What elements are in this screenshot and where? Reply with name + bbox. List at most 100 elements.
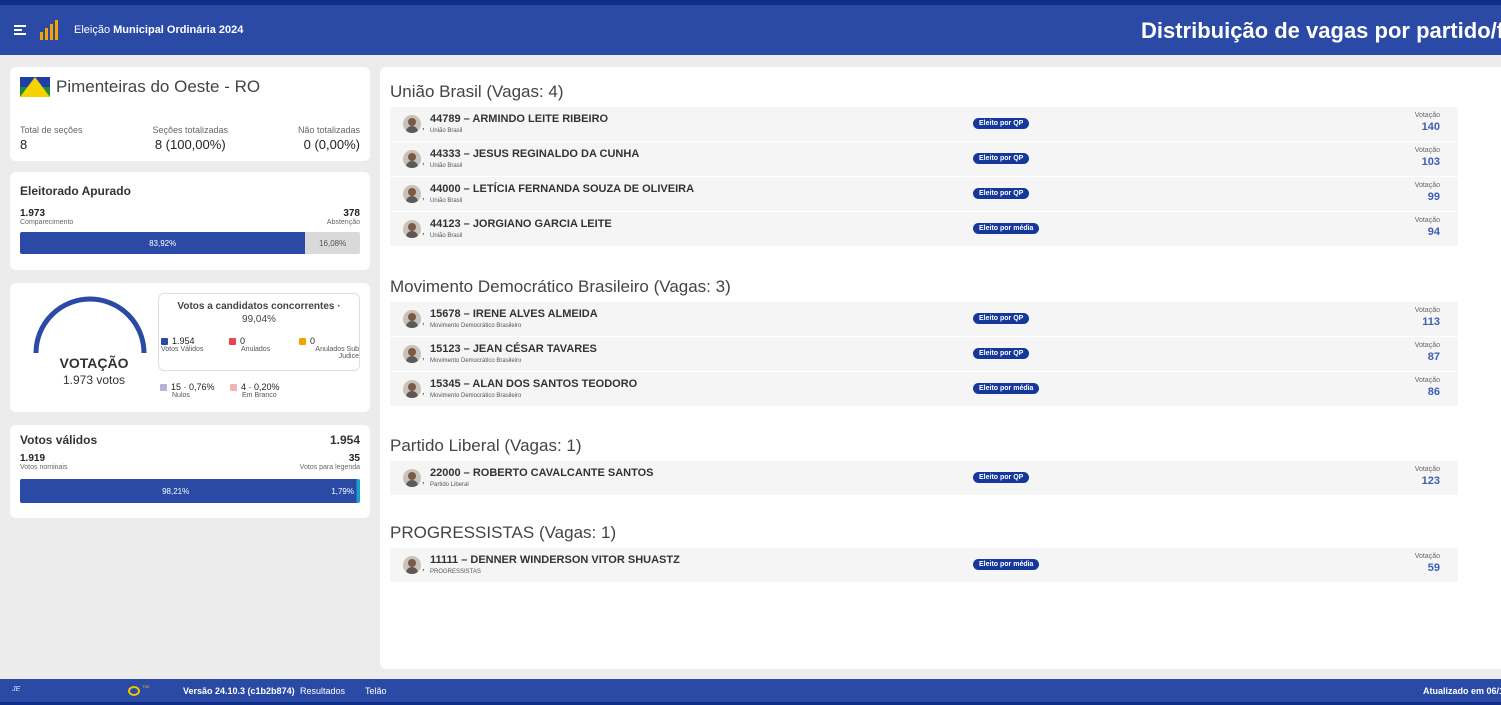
blank-value: 4 · 0,20% xyxy=(241,382,280,392)
votes-value: 59 xyxy=(1427,562,1440,574)
election-status-badge: Eleito por QP xyxy=(973,118,1030,129)
state-flag-icon xyxy=(20,77,50,97)
updated-text: Atualizado em 06/1 xyxy=(1423,686,1501,696)
untotalized-sections: Não totalizadas 0 (0,00%) xyxy=(298,125,360,152)
voting-total: 1.973 votos xyxy=(62,373,126,387)
candidate-party: União Brasil xyxy=(430,233,463,239)
total-sections: Total de seções 8 xyxy=(20,125,83,152)
municipality-card: Pimenteiras do Oeste - RO Total de seçõe… xyxy=(10,67,370,161)
election-status-badge: Eleito por média xyxy=(973,559,1040,570)
candidate-name: 44333 – JESUS REGINALDO DA CUNHA xyxy=(430,148,640,160)
abstention-value: 378 xyxy=(343,208,360,219)
separator: , xyxy=(422,226,425,236)
votes-value: 140 xyxy=(1421,121,1440,133)
voting-gauge xyxy=(33,296,147,354)
annulled-value: 0 xyxy=(240,336,246,346)
electorate-title: Eleitorado Apurado xyxy=(20,184,131,198)
justica-eleitoral-logo: JE xyxy=(12,686,21,693)
candidate-photo xyxy=(403,185,421,203)
votes-label: Votação xyxy=(1414,147,1440,154)
nominal-bar-fill: 98,21% xyxy=(20,479,332,503)
app-title-prefix: Eleição xyxy=(74,24,111,36)
votes-value: 86 xyxy=(1427,386,1440,398)
party-section: Partido Liberal (Vagas: 1), 22000 – ROBER… xyxy=(390,431,1458,496)
menu-icon[interactable] xyxy=(14,25,26,35)
candidate-photo xyxy=(403,310,421,328)
candidate-party: União Brasil xyxy=(430,128,463,134)
legend-annulled-sub: 0 Anulados Sub Judice xyxy=(299,336,359,360)
votes-label: Votação xyxy=(1414,342,1440,349)
abstention-label: Abstenção xyxy=(326,219,360,226)
party-section: Movimento Democrático Brasileiro (Vagas:… xyxy=(390,272,1458,407)
results-link[interactable]: Resultados xyxy=(300,686,345,696)
candidate-name: 44789 – ARMINDO LEITE RIBEIRO xyxy=(430,113,609,125)
annulled-swatch xyxy=(229,338,236,346)
election-status-badge: Eleito por QP xyxy=(973,313,1030,324)
candidate-row[interactable]: , 22000 – ROBERTO CAVALCANTE SANTOS Partid… xyxy=(390,461,1458,496)
candidate-row[interactable]: , 15678 – IRENE ALVES ALMEIDA Movimento De… xyxy=(390,302,1458,337)
blank-label: Em Branco xyxy=(242,392,277,399)
election-status-badge: Eleito por média xyxy=(973,383,1040,394)
candidate-name: 15345 – ALAN DOS SANTOS TEODORO xyxy=(430,378,638,390)
total-sections-value: 8 xyxy=(20,137,28,152)
election-status-badge: Eleito por QP xyxy=(973,188,1030,199)
total-sections-label: Total de seções xyxy=(20,125,83,135)
null-swatch xyxy=(160,384,167,392)
candidate-row[interactable]: , 44000 – LETÍCIA FERNANDA SOUZA DE OLIVE… xyxy=(390,177,1458,212)
valid-votes-total: 1.954 xyxy=(329,433,360,447)
votes-label: Votação xyxy=(1414,307,1440,314)
app-title-bold: Municipal Ordinária 2024 xyxy=(113,24,244,36)
election-status-badge: Eleito por média xyxy=(973,223,1040,234)
candidate-row[interactable]: , 11111 – DENNER WINDERSON VITOR SHUASTZ P… xyxy=(390,548,1458,583)
candidate-party: Partido Liberal xyxy=(430,482,469,488)
bar-chart-logo-icon xyxy=(40,20,62,40)
party-distribution-panel: União Brasil (Vagas: 4), 44789 – ARMINDO … xyxy=(380,67,1501,669)
candidate-name: 15123 – JEAN CÉSAR TAVARES xyxy=(430,343,597,355)
annulled-sub-value: 0 xyxy=(310,336,316,346)
valid-votes-title: Votos válidos xyxy=(20,433,98,447)
legend-votes-label: Votos para legenda xyxy=(299,464,360,471)
votes-label: Votação xyxy=(1414,182,1440,189)
attendance-bar-fill: 83,92% xyxy=(20,232,306,254)
abstention-bar-fill: 16,08% xyxy=(305,232,360,254)
votes-value: 87 xyxy=(1427,351,1440,363)
candidate-party: União Brasil xyxy=(430,198,463,204)
party-title: PROGRESSISTAS (Vagas: 1) xyxy=(390,523,617,542)
candidate-photo xyxy=(403,556,421,574)
annulled-sub-label: Anulados Sub Judice xyxy=(315,346,359,360)
top-bar: Eleição Municipal Ordinária 2024 Distrib… xyxy=(0,0,1501,55)
sections-summary: Total de seções 8 Seções totalizadas 8 (… xyxy=(10,125,370,152)
candidate-row[interactable]: , 44333 – JESUS REGINALDO DA CUNHA União B… xyxy=(390,142,1458,177)
valid-value: 1.954 xyxy=(172,336,195,346)
attendance-value: 1.973 xyxy=(20,208,46,219)
candidate-party: Movimento Democrático Brasileiro xyxy=(430,358,522,364)
legend-blank: 4 · 0,20% Em Branco xyxy=(230,382,280,399)
separator: , xyxy=(422,191,425,201)
party-title: Movimento Democrático Brasileiro (Vagas:… xyxy=(390,277,731,296)
telao-link[interactable]: Telão xyxy=(365,686,387,696)
candidate-name: 11111 – DENNER WINDERSON VITOR SHUASTZ xyxy=(430,554,680,566)
untotalized-sections-label: Não totalizadas xyxy=(297,125,360,135)
candidate-photo xyxy=(403,220,421,238)
election-status-badge: Eleito por QP xyxy=(973,153,1030,164)
candidate-row[interactable]: , 44123 – JORGIANO GARCIA LEITE União Bras… xyxy=(390,212,1458,247)
votes-value: 103 xyxy=(1421,156,1440,168)
valid-label: Votos Válidos xyxy=(161,346,204,353)
votes-label: Votação xyxy=(1414,553,1440,560)
valid-votes-card: Votos válidos 1.954 1.919 Votos nominais… xyxy=(10,425,370,518)
candidate-row[interactable]: , 15123 – JEAN CÉSAR TAVARES Movimento Dem… xyxy=(390,337,1458,372)
candidate-row[interactable]: , 44789 – ARMINDO LEITE RIBEIRO União Bras… xyxy=(390,107,1458,142)
separator: , xyxy=(422,156,425,166)
candidate-party: Movimento Democrático Brasileiro xyxy=(430,323,522,329)
votes-value: 99 xyxy=(1427,191,1440,203)
tse-logo: TSE xyxy=(128,684,158,698)
party-title: União Brasil (Vagas: 4) xyxy=(390,82,564,101)
nominal-votes-value: 1.919 xyxy=(20,453,46,464)
candidate-row[interactable]: , 15345 – ALAN DOS SANTOS TEODORO Moviment… xyxy=(390,372,1458,407)
party-section: PROGRESSISTAS (Vagas: 1) , 11111 – DENNER … xyxy=(390,518,1458,583)
legend-votes-value: 35 xyxy=(348,453,360,464)
page-title: Distribuição de vagas por partido/fe xyxy=(1141,18,1501,43)
candidate-name: 22000 – ROBERTO CAVALCANTE SANTOS xyxy=(430,467,654,479)
version-text: Versão 24.10.3 (c1b2b874) xyxy=(183,686,295,696)
footer-bar: JE TSE Versão 24.10.3 (c1b2b874) Resulta… xyxy=(0,679,1501,705)
